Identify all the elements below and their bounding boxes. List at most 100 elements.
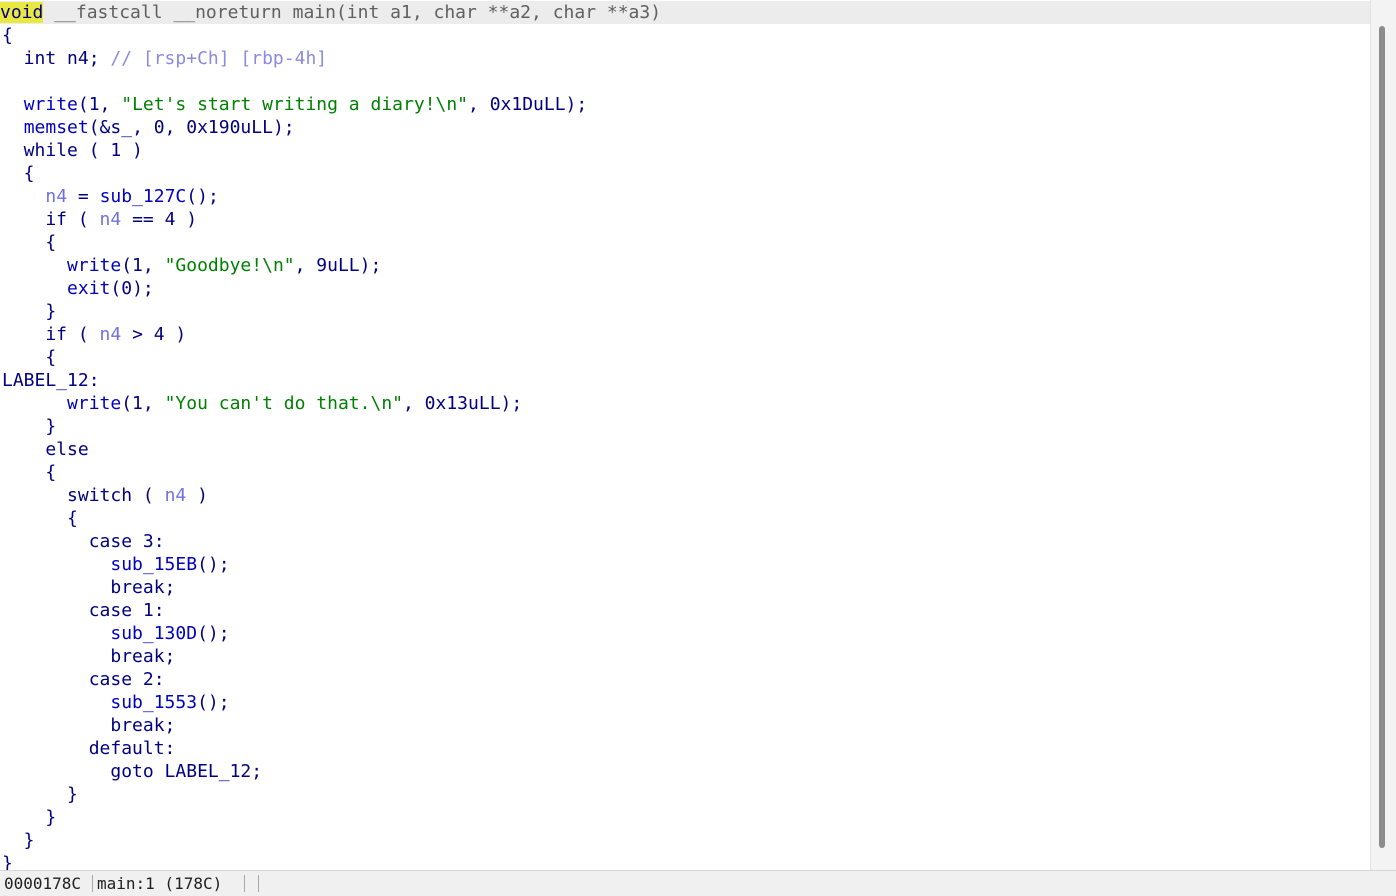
- code-text: (0);: [110, 278, 154, 299]
- variable[interactable]: n4: [45, 186, 67, 207]
- code-text: case 1:: [2, 600, 165, 621]
- code-text: ();: [197, 692, 230, 713]
- code-line[interactable]: }: [2, 300, 56, 323]
- code-line[interactable]: case 1:: [2, 599, 165, 622]
- brace: {: [2, 163, 35, 184]
- code-text: ();: [186, 186, 219, 207]
- code-text: case 3:: [2, 531, 165, 552]
- code-line[interactable]: write(1, "Let's start writing a diary!\n…: [2, 93, 588, 116]
- code-text: switch (: [2, 485, 165, 506]
- code-line[interactable]: if ( n4 > 4 ): [2, 323, 186, 346]
- code-line[interactable]: }: [2, 806, 56, 829]
- status-address: 0000178C: [4, 874, 82, 893]
- signature-text[interactable]: __fastcall __noreturn main(int a1, char …: [43, 2, 661, 23]
- function-call[interactable]: write: [67, 393, 121, 414]
- label[interactable]: LABEL_12:: [2, 370, 100, 391]
- code-line[interactable]: }: [2, 852, 13, 870]
- code-text: (1,: [77, 94, 122, 115]
- code-line[interactable]: int n4; // [rsp+Ch] [rbp-4h]: [2, 47, 327, 70]
- status-bar: 0000178C main:1 (178C): [0, 870, 1396, 896]
- variable[interactable]: n4: [165, 485, 187, 506]
- code-text: , 9uLL);: [294, 255, 382, 276]
- brace: {: [2, 25, 13, 46]
- code-line[interactable]: }: [2, 415, 56, 438]
- code-line[interactable]: memset(&s_, 0, 0x190uLL);: [2, 116, 295, 139]
- code-line[interactable]: {: [2, 461, 56, 484]
- code-line[interactable]: sub_15EB();: [2, 553, 230, 576]
- brace: {: [2, 462, 57, 483]
- code-line[interactable]: }: [2, 829, 35, 852]
- pseudocode-view[interactable]: void __fastcall __noreturn main(int a1, …: [0, 0, 1370, 870]
- code-line[interactable]: case 3:: [2, 530, 165, 553]
- code-line[interactable]: {: [2, 162, 35, 185]
- code-line[interactable]: break;: [2, 714, 175, 737]
- variable[interactable]: n4: [100, 324, 122, 345]
- code-line[interactable]: }: [2, 783, 78, 806]
- function-signature-line[interactable]: void __fastcall __noreturn main(int a1, …: [0, 1, 1370, 24]
- function-call[interactable]: sub_130D: [110, 623, 197, 644]
- brace: }: [2, 784, 78, 805]
- code-line[interactable]: {: [2, 24, 13, 47]
- brace: }: [2, 853, 13, 870]
- code-line[interactable]: case 2:: [2, 668, 165, 691]
- scrollbar-thumb[interactable]: [1379, 26, 1385, 848]
- code-text: =: [67, 186, 100, 207]
- code-text: if (: [2, 324, 100, 345]
- function-call[interactable]: write: [67, 255, 121, 276]
- function-call[interactable]: write: [24, 94, 78, 115]
- brace: }: [2, 830, 35, 851]
- code-text: > 4 ): [121, 324, 187, 345]
- brace: }: [2, 807, 57, 828]
- code-line[interactable]: {: [2, 507, 78, 530]
- code-line[interactable]: n4 = sub_127C();: [2, 185, 219, 208]
- brace: {: [2, 347, 57, 368]
- code-line[interactable]: LABEL_12:: [2, 369, 100, 392]
- status-divider: [92, 875, 93, 892]
- code-line[interactable]: if ( n4 == 4 ): [2, 208, 197, 231]
- code-line[interactable]: goto LABEL_12;: [2, 760, 262, 783]
- code-line[interactable]: {: [2, 231, 56, 254]
- code-line[interactable]: sub_1553();: [2, 691, 230, 714]
- string-literal: "Goodbye!\n": [164, 255, 295, 276]
- code-text: else: [2, 439, 89, 460]
- code-line[interactable]: {: [2, 346, 56, 369]
- brace: {: [2, 232, 57, 253]
- code-line[interactable]: break;: [2, 645, 175, 668]
- highlighted-keyword[interactable]: void: [0, 2, 44, 23]
- code-line[interactable]: while ( 1 ): [2, 139, 143, 162]
- brace: }: [2, 416, 57, 437]
- code-line[interactable]: write(1, "Goodbye!\n", 9uLL);: [2, 254, 381, 277]
- code-line[interactable]: exit(0);: [2, 277, 154, 300]
- code-text: (1,: [121, 255, 165, 276]
- function-call[interactable]: sub_1553: [110, 692, 197, 713]
- function-call[interactable]: memset: [24, 117, 89, 138]
- code-text: (&s_, 0, 0x190uLL);: [88, 117, 295, 138]
- code-text: ();: [197, 623, 230, 644]
- code-text: while ( 1 ): [2, 140, 143, 161]
- code-text: break;: [2, 577, 176, 598]
- code-text: ();: [197, 554, 230, 575]
- code-text: (1,: [121, 393, 165, 414]
- pseudocode-window: void __fastcall __noreturn main(int a1, …: [0, 0, 1396, 896]
- brace: }: [2, 301, 57, 322]
- variable[interactable]: n4: [100, 209, 122, 230]
- function-call[interactable]: sub_127C: [100, 186, 187, 207]
- code-line[interactable]: break;: [2, 576, 175, 599]
- code-text: , 0x1DuLL);: [468, 94, 588, 115]
- code-text: if (: [2, 209, 100, 230]
- declaration: int n4;: [2, 48, 111, 69]
- code-text: == 4 ): [121, 209, 198, 230]
- vertical-scrollbar[interactable]: [1370, 0, 1396, 870]
- code-text: default:: [2, 738, 176, 759]
- code-line[interactable]: default:: [2, 737, 176, 760]
- function-call[interactable]: sub_15EB: [110, 554, 197, 575]
- code-line[interactable]: else: [2, 438, 89, 461]
- status-divider: [244, 875, 245, 892]
- string-literal: "Let's start writing a diary!\n": [121, 94, 469, 115]
- code-text: break;: [2, 715, 176, 736]
- brace: {: [2, 508, 78, 529]
- code-line[interactable]: write(1, "You can't do that.\n", 0x13uLL…: [2, 392, 522, 415]
- function-call[interactable]: exit: [67, 278, 110, 299]
- code-line[interactable]: sub_130D();: [2, 622, 230, 645]
- code-line[interactable]: switch ( n4 ): [2, 484, 208, 507]
